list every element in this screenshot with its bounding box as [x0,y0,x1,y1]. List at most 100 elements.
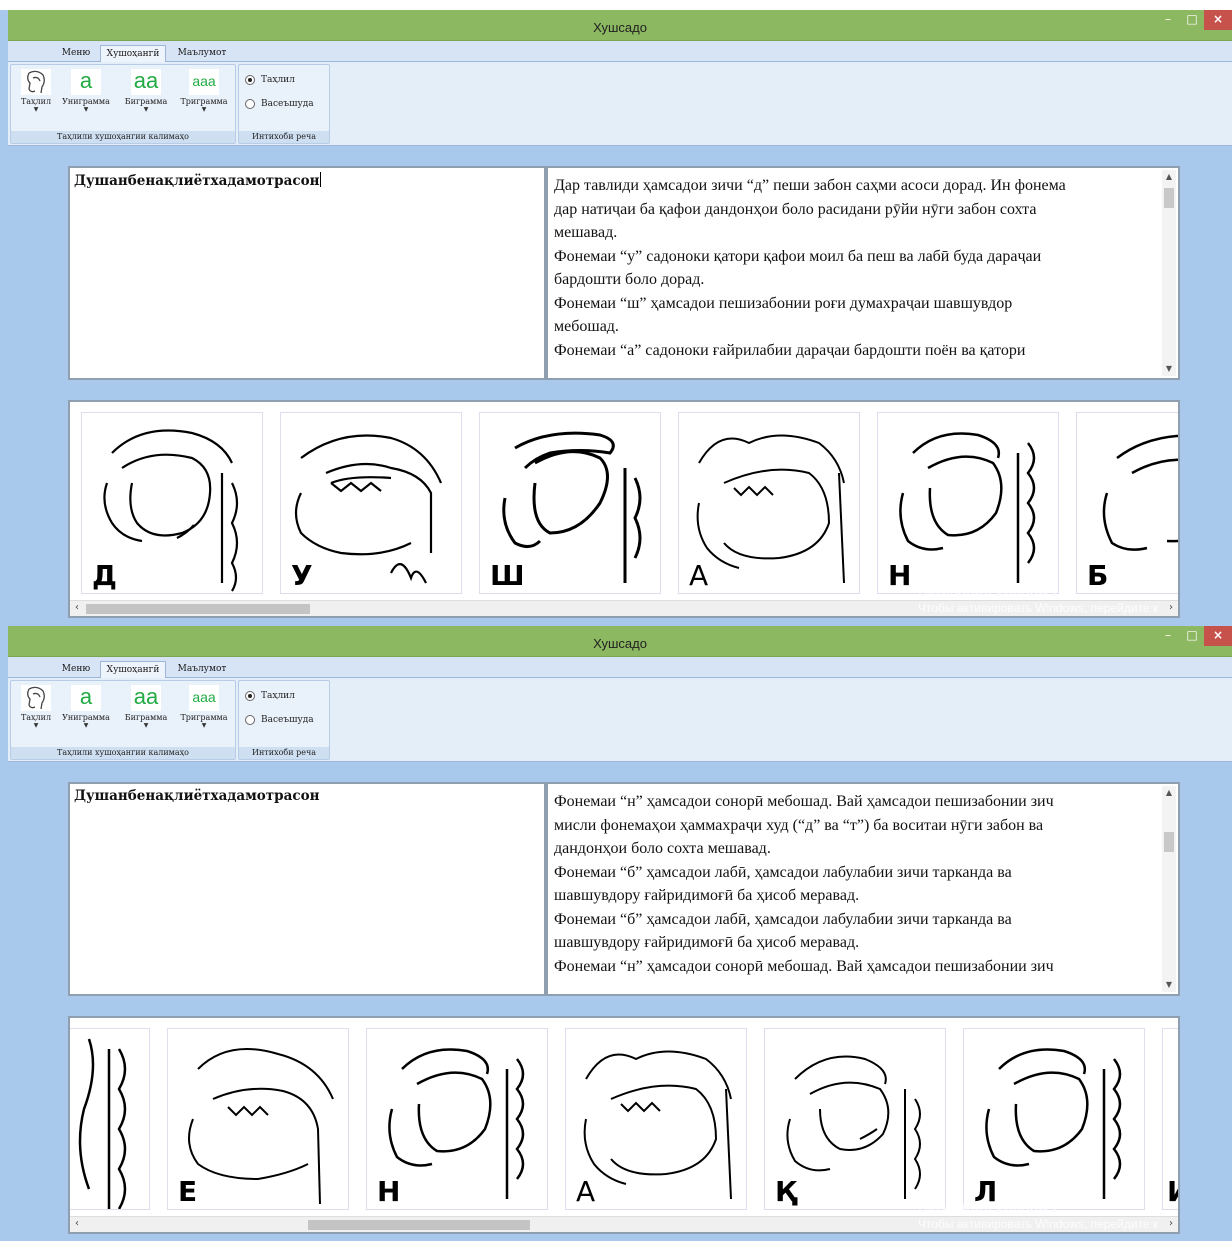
description-line: Фонемаи “б” ҳамсадои лабӣ, ҳамсадои лабу… [554,863,1012,881]
radio-analysis[interactable]: Таҳлил [245,691,295,701]
radio-label: Таҳлил [261,75,295,85]
articulation-card: Б [1076,412,1178,594]
description-text: Дар тавлиди ҳамсадои зичи “д” пеши забон… [554,174,1160,372]
tab-menu[interactable]: Меню [54,45,98,62]
head-profile-icon [21,69,51,95]
ribbon-group-analysis: Таҳлил ▼ a Униграмма ▼ aa Биграмма ▼ aaa… [10,64,236,144]
articulation-card: Е [167,1028,349,1210]
activation-watermark: Активация Windows Чтобы активировать Win… [918,583,1158,615]
radio-extended[interactable]: Васеъшуда [245,715,314,725]
scroll-thumb[interactable] [1164,188,1174,208]
tab-euphony[interactable]: Хушоҳангӣ [100,45,166,62]
scroll-thumb[interactable] [308,1220,530,1230]
trigram-icon: aaa [189,69,219,95]
unigram-label: Униграмма [62,713,110,722]
bigram-label: Биграмма [124,713,168,722]
ribbon-group-label: Таҳлили хушоҳангии калимаҳо [11,131,235,143]
scroll-up-icon[interactable]: ▲ [1162,170,1176,184]
articulation-card: У [280,412,462,594]
description-line: шавшувдору ғайридимоғӣ ба ҳисоб меравад. [554,934,860,951]
watermark-subtitle: Чтобы активировать Windows, перейдите к [918,1217,1159,1231]
bigram-icon: aa [131,685,161,711]
scroll-thumb[interactable] [1164,832,1174,852]
tab-menu[interactable]: Меню [54,661,98,678]
articulation-card: Қ [764,1028,946,1210]
ribbon-group-label: Интихоби реча [239,747,329,759]
articulation-card: А [678,412,860,594]
scroll-thumb[interactable] [86,604,310,614]
phoneme-letter: Е [178,1175,198,1208]
phoneme-letter: Қ [775,1175,797,1208]
tab-euphony[interactable]: Хушоҳангӣ [100,661,166,678]
ribbon-group-mode: Таҳлил Васеъшуда Интихоби реча [238,64,330,144]
description-line: Дар тавлиди ҳамсадои зичи “д” пеши забон… [554,177,1066,194]
description-line: мешавад. [554,224,618,241]
articulation-card: И [1162,1028,1178,1210]
title-bar[interactable]: Хушсадо – □ × [8,626,1232,657]
bigram-button[interactable]: aa Биграмма ▼ [121,69,171,127]
bigram-button[interactable]: aa Биграмма ▼ [121,685,171,743]
minimize-button[interactable]: – [1156,626,1180,646]
analysis-button[interactable]: Таҳлил ▼ [11,685,61,743]
articulation-card: Д [81,412,263,594]
description-line: мебошад. [554,318,619,335]
phoneme-letter: Н [888,559,912,592]
app-window-1: Хушсадо – □ × Меню Хушоҳангӣ Маълумот Та… [0,10,1232,630]
head-profile-icon [21,685,51,711]
scroll-down-icon[interactable]: ▼ [1162,362,1176,376]
trigram-label: Триграмма [180,97,228,106]
close-button[interactable]: × [1204,626,1232,646]
radio-extended[interactable]: Васеъшуда [245,99,314,109]
analysis-label: Таҳлил [20,97,52,106]
scroll-left-icon[interactable]: ‹ [70,601,84,616]
description-textarea[interactable]: Дар тавлиди ҳамсадои зичи “д” пеши забон… [546,166,1180,380]
unigram-button[interactable]: a Униграмма ▼ [61,685,111,743]
watermark-title: Активация Windows [918,1199,1057,1216]
tab-info[interactable]: Маълумот [170,661,234,678]
scroll-right-icon[interactable]: › [1164,1217,1178,1232]
scroll-left-icon[interactable]: ‹ [70,1217,84,1232]
scroll-up-icon[interactable]: ▲ [1162,786,1176,800]
radio-unchecked-icon [245,99,255,109]
scroll-down-icon[interactable]: ▼ [1162,978,1176,992]
description-line: дандонҳои боло сохта мешавад. [554,840,771,857]
title-bar[interactable]: Хушсадо – □ × [8,10,1232,41]
ribbon-group-analysis: Таҳлил ▼ a Униграмма ▼ aa Биграмма ▼ aaa… [10,680,236,760]
scroll-right-icon[interactable]: › [1164,601,1178,616]
description-line: Фонемаи “у” садоноки қатори қафои моил б… [554,247,1042,265]
activation-watermark: Активация Windows Чтобы активировать Win… [918,1199,1158,1231]
close-button[interactable]: × [1204,10,1232,30]
word-input[interactable]: Душанбенақлиётхадамотрасон [68,166,546,380]
word-input[interactable]: Душанбенақлиётхадамотрасон [68,782,546,996]
ribbon: Таҳлил ▼ a Униграмма ▼ aa Биграмма ▼ aaa… [8,62,1232,146]
vertical-scrollbar[interactable]: ▲ ▼ [1162,170,1176,376]
minimize-button[interactable]: – [1156,10,1180,30]
analysis-button[interactable]: Таҳлил ▼ [11,69,61,127]
watermark-title: Активация Windows [918,583,1057,600]
maximize-button[interactable]: □ [1180,10,1204,30]
app-window-2: Хушсадо – □ × Меню Хушоҳангӣ Маълумот Та… [0,626,1232,1241]
radio-analysis[interactable]: Таҳлил [245,75,295,85]
radio-label: Васеъшуда [261,99,314,109]
unigram-icon: a [71,685,101,711]
articulation-card: Н [877,412,1059,594]
description-text: Фонемаи “н” ҳамсадои сонорӣ мебошад. Вай… [554,790,1160,988]
tab-info[interactable]: Маълумот [170,45,234,62]
description-textarea[interactable]: Фонемаи “н” ҳамсадои сонорӣ мебошад. Вай… [546,782,1180,996]
maximize-button[interactable]: □ [1180,626,1204,646]
trigram-button[interactable]: aaa Триграмма ▼ [179,69,229,127]
description-line: дар натиҷаи ба қафои дандонҳои боло раси… [554,200,1037,218]
dropdown-arrow-icon: ▼ [143,722,149,729]
dropdown-arrow-icon: ▼ [201,106,207,113]
vertical-scrollbar[interactable]: ▲ ▼ [1162,786,1176,992]
description-line: мисли фонемаҳои ҳаммахраҷи худ (“д” ва “… [554,816,1044,834]
analysis-label: Таҳлил [20,713,52,722]
watermark-subtitle: Чтобы активировать Windows, перейдите к [918,601,1159,615]
articulation-card [70,1028,150,1210]
trigram-button[interactable]: aaa Триграмма ▼ [179,685,229,743]
unigram-button[interactable]: a Униграмма ▼ [61,69,111,127]
description-line: бардошти боло дорад. [554,271,705,288]
dropdown-arrow-icon: ▼ [33,722,39,729]
articulation-card: Ш [479,412,661,594]
dropdown-arrow-icon: ▼ [143,106,149,113]
